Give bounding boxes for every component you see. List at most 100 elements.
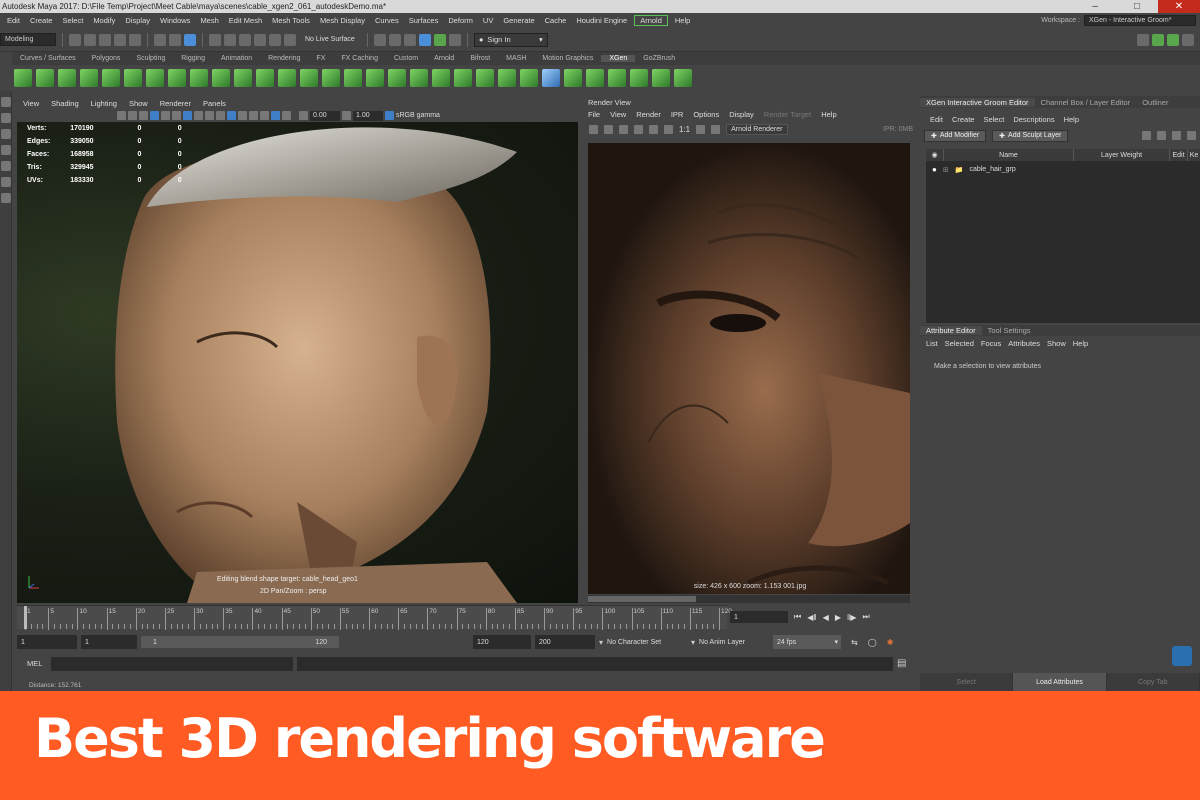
render-view-scrollbar[interactable]	[588, 595, 910, 603]
render-view-icon[interactable]	[448, 33, 461, 46]
groom-menu-help[interactable]: Help	[1060, 115, 1084, 124]
groom-length-icon[interactable]	[124, 69, 142, 87]
shelf-tab-motion-graphics[interactable]: Motion Graphics	[534, 55, 601, 62]
render-frame-icon[interactable]	[388, 33, 401, 46]
anim-layer-label[interactable]: No Anim Layer	[699, 639, 769, 646]
groom-width-icon[interactable]	[146, 69, 164, 87]
select-button[interactable]: Select	[920, 673, 1014, 691]
groom-placement-icon[interactable]	[102, 69, 120, 87]
color-management-icon[interactable]	[385, 111, 394, 120]
viewport-menu-view[interactable]: View	[17, 99, 45, 108]
anti-alias-icon[interactable]	[205, 111, 214, 120]
menu-generate[interactable]: Generate	[498, 16, 539, 25]
groom-menu-create[interactable]: Create	[948, 115, 980, 124]
menu-select[interactable]: Select	[57, 16, 88, 25]
anim-layer-icon[interactable]: ▾	[691, 638, 695, 647]
redo-render-icon[interactable]	[589, 125, 598, 134]
toggle-panel-icon[interactable]	[1152, 33, 1164, 46]
lights-icon[interactable]	[161, 111, 170, 120]
wireframe-icon[interactable]	[128, 111, 137, 120]
groom-bend-icon[interactable]	[366, 69, 384, 87]
viewport-menu-show[interactable]: Show	[123, 99, 154, 108]
delete-icon[interactable]	[1187, 131, 1196, 140]
shelf-tab-custom[interactable]: Custom	[386, 55, 426, 62]
groom-cut-icon[interactable]	[212, 69, 230, 87]
ae-menu-attributes[interactable]: Attributes	[1006, 339, 1045, 348]
menu-display[interactable]: Display	[120, 16, 155, 25]
groom-create-icon[interactable]	[80, 69, 98, 87]
motion-blur-icon[interactable]	[194, 111, 203, 120]
ipr-render-icon[interactable]	[403, 33, 416, 46]
grid-icon[interactable]	[249, 111, 258, 120]
groom-collide-icon[interactable]	[498, 69, 516, 87]
render-menu-render-target[interactable]: Render Target	[759, 110, 816, 119]
menu-edit-mesh[interactable]: Edit Mesh	[224, 16, 267, 25]
play-backward-icon[interactable]: ◀	[823, 613, 829, 622]
shadows-icon[interactable]	[172, 111, 181, 120]
end-time-field[interactable]: 200	[535, 635, 595, 649]
groom-import-icon[interactable]	[608, 69, 626, 87]
groom-menu-select[interactable]: Select	[979, 115, 1009, 124]
menu-edit[interactable]: Edit	[2, 16, 25, 25]
shelf-tab-rigging[interactable]: Rigging	[173, 55, 213, 62]
groom-export-icon[interactable]	[586, 69, 604, 87]
anim-prefs-icon[interactable]: ✱	[887, 638, 894, 647]
tab-channel-box[interactable]: Channel Box / Layer Editor	[1035, 98, 1137, 107]
move-down-icon[interactable]	[1157, 131, 1166, 140]
snap-grid-icon[interactable]	[209, 33, 221, 46]
snapshot-icon[interactable]	[619, 125, 628, 134]
menu-cache[interactable]: Cache	[540, 16, 572, 25]
shelf-tab-rendering[interactable]: Rendering	[260, 55, 308, 62]
keep-image-icon[interactable]	[696, 125, 706, 134]
render-view-image[interactable]	[588, 143, 910, 594]
lasso-tool-icon[interactable]	[1, 113, 11, 123]
xray-icon[interactable]	[227, 111, 236, 120]
ae-menu-list[interactable]: List	[924, 339, 943, 348]
menu-deform[interactable]: Deform	[443, 16, 478, 25]
viewport-menu-panels[interactable]: Panels	[197, 99, 232, 108]
groom-brush-icon[interactable]	[674, 69, 692, 87]
resolution-gate-icon[interactable]	[271, 111, 280, 120]
render-settings-icon[interactable]	[418, 33, 431, 46]
folder-icon[interactable]	[1172, 131, 1181, 140]
snap-view-icon[interactable]	[254, 33, 266, 46]
render-menu-view[interactable]: View	[605, 110, 631, 119]
groom-cache-icon[interactable]	[564, 69, 582, 87]
isolate-icon[interactable]	[216, 111, 225, 120]
load-attributes-button[interactable]: Load Attributes	[1013, 673, 1107, 691]
layer-weight-column[interactable]: Layer Weight	[1074, 149, 1170, 161]
tab-attribute-editor[interactable]: Attribute Editor	[920, 326, 982, 335]
alpha-channel-icon[interactable]	[664, 125, 673, 134]
render-menu-file[interactable]: File	[583, 110, 605, 119]
groom-part-icon[interactable]	[322, 69, 340, 87]
smooth-shade-icon[interactable]	[139, 111, 148, 120]
save-scene-icon[interactable]	[99, 33, 111, 46]
redo-icon[interactable]	[129, 33, 141, 46]
visible-dot-icon[interactable]: ●	[932, 165, 937, 174]
tab-xgen-groom-editor[interactable]: XGen Interactive Groom Editor	[920, 97, 1035, 107]
shelf-tab-fx[interactable]: FX	[308, 55, 333, 62]
groom-rotate-icon[interactable]	[476, 69, 494, 87]
fps-select[interactable]: 24 fps ▾	[773, 635, 842, 649]
viewport-menu-shading[interactable]: Shading	[45, 99, 85, 108]
character-set-label[interactable]: No Character Set	[607, 639, 687, 646]
scale-tool-icon[interactable]	[1, 177, 11, 187]
camera-icon[interactable]	[117, 111, 126, 120]
paint-select-icon[interactable]	[1, 129, 11, 139]
render-menu-help[interactable]: Help	[816, 110, 841, 119]
groom-twist-icon[interactable]	[344, 69, 362, 87]
menu-uv[interactable]: UV	[478, 16, 498, 25]
mode-select[interactable]: Modeling	[0, 33, 56, 46]
range-slider[interactable]: 1 120	[141, 636, 339, 648]
key-column[interactable]: Ke	[1188, 149, 1200, 161]
layout-icon[interactable]	[1137, 33, 1149, 46]
go-to-start-icon[interactable]: ⏮	[794, 612, 801, 622]
snap-surface-icon[interactable]	[269, 33, 281, 46]
shelf-tab-polygons[interactable]: Polygons	[84, 55, 129, 62]
refresh-icon[interactable]	[634, 125, 643, 134]
ipr-icon[interactable]	[604, 125, 613, 134]
time-slider[interactable]: 1 5 10 15 20 25 30 35 40 45 50 55 60 65 70 75 80 85 90 95 10…	[17, 605, 732, 630]
gamma-field[interactable]: 1.00	[353, 110, 383, 121]
ae-menu-show[interactable]: Show	[1045, 339, 1071, 348]
auto-key-icon[interactable]: ◯	[868, 638, 877, 647]
